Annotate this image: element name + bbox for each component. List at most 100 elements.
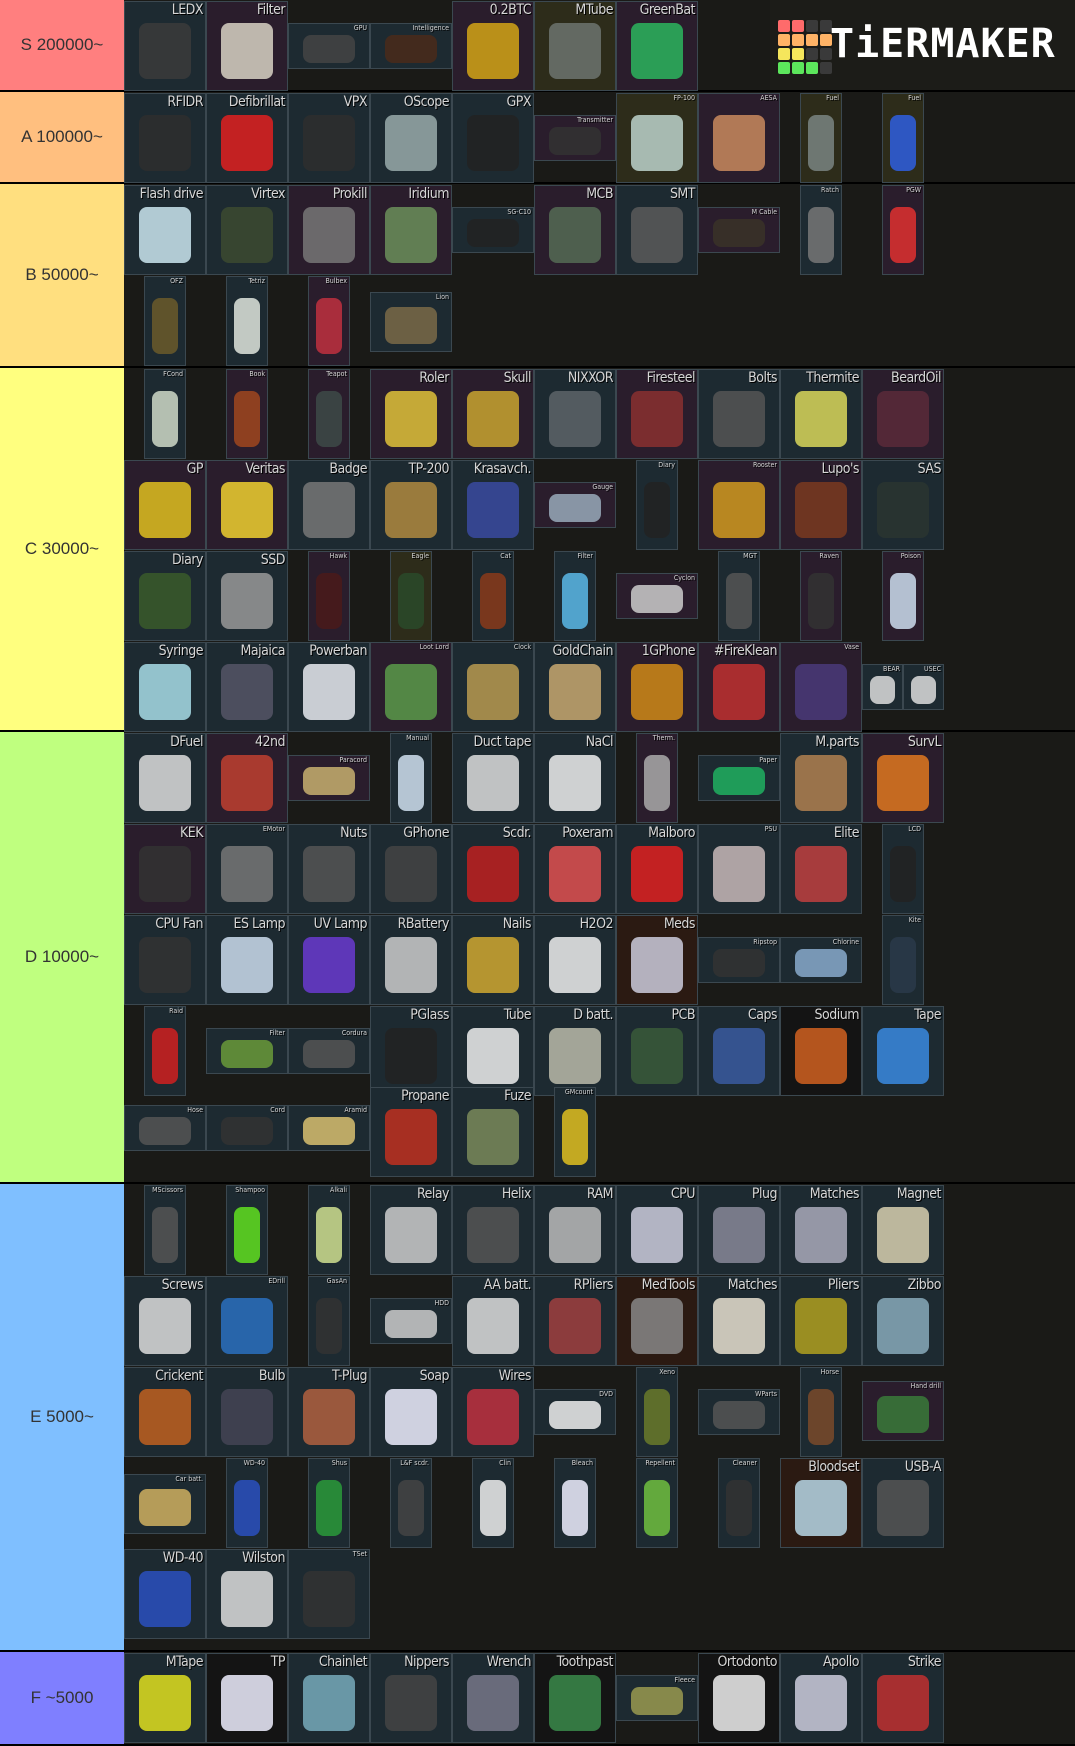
- tier-item-card[interactable]: Matches: [780, 1185, 862, 1275]
- tier-item-card[interactable]: GMcount: [554, 1087, 596, 1177]
- tier-item-card[interactable]: Strike: [862, 1653, 944, 1743]
- tier-item-card[interactable]: Aramid: [288, 1105, 370, 1151]
- tier-item-card[interactable]: Nuts: [288, 824, 370, 914]
- tier-item-card[interactable]: Cyclon: [616, 573, 698, 619]
- tier-item-card[interactable]: Paracord: [288, 755, 370, 801]
- tier-item-card[interactable]: Crickent: [124, 1367, 206, 1457]
- tier-item-card[interactable]: EDrill: [206, 1276, 288, 1366]
- tier-label[interactable]: E 5000~: [0, 1184, 124, 1650]
- tier-item-card[interactable]: Fuze: [452, 1087, 534, 1177]
- tier-item-card[interactable]: OScope: [370, 93, 452, 183]
- tier-item-card[interactable]: Scdr.: [452, 824, 534, 914]
- tier-item-card[interactable]: NaCl: [534, 733, 616, 823]
- tier-item-card[interactable]: Apollo: [780, 1653, 862, 1743]
- tier-item-card[interactable]: Clin: [472, 1458, 514, 1548]
- tier-item-card[interactable]: Lion: [370, 292, 452, 352]
- tier-item-card[interactable]: 42nd: [206, 733, 288, 823]
- tier-item-card[interactable]: Hose: [124, 1105, 206, 1151]
- tier-item-card[interactable]: #FireKlean: [698, 642, 780, 732]
- tier-item-card[interactable]: Roler: [370, 369, 452, 459]
- tier-item-card[interactable]: Kite: [882, 915, 924, 1005]
- tier-item-card[interactable]: TP-200: [370, 460, 452, 550]
- tier-item-card[interactable]: Rooster: [698, 460, 780, 550]
- tier-item-card[interactable]: Cord: [206, 1105, 288, 1151]
- tier-item-card[interactable]: USB-A: [862, 1458, 944, 1548]
- tier-item-card[interactable]: Veritas: [206, 460, 288, 550]
- tier-item-card[interactable]: Cat: [472, 551, 514, 641]
- tier-item-card[interactable]: Toothpast: [534, 1653, 616, 1743]
- tier-item-card[interactable]: Shus: [308, 1458, 350, 1548]
- tier-item-card[interactable]: Badge: [288, 460, 370, 550]
- tier-item-card[interactable]: SG-C10: [452, 207, 534, 253]
- tier-item-card[interactable]: Iridium: [370, 185, 452, 275]
- tier-item-card[interactable]: Car batt.: [124, 1474, 206, 1534]
- tier-item-card[interactable]: Lupo's: [780, 460, 862, 550]
- tier-label[interactable]: B 50000~: [0, 184, 124, 366]
- tier-item-card[interactable]: Helix: [452, 1185, 534, 1275]
- tier-item-card[interactable]: 0.2BTC: [452, 1, 534, 91]
- tier-item-card[interactable]: Diary: [124, 551, 206, 641]
- tier-item-card[interactable]: Chainlet: [288, 1653, 370, 1743]
- tier-item-card[interactable]: FP-100: [616, 93, 698, 183]
- tier-item-card[interactable]: LCD: [882, 824, 924, 914]
- tier-item-card[interactable]: Ratch: [800, 185, 842, 275]
- tier-item-card[interactable]: Bolts: [698, 369, 780, 459]
- tier-item-card[interactable]: Intelligence: [370, 23, 452, 69]
- tier-item-card[interactable]: Powerban: [288, 642, 370, 732]
- tier-item-card[interactable]: Horse: [800, 1367, 842, 1457]
- tier-item-card[interactable]: RFIDR: [124, 93, 206, 183]
- tier-item-card[interactable]: Zibbo: [862, 1276, 944, 1366]
- tier-item-card[interactable]: Virtex: [206, 185, 288, 275]
- tier-item-card[interactable]: Wrench: [452, 1653, 534, 1743]
- tier-item-card[interactable]: Firesteel: [616, 369, 698, 459]
- tier-item-card[interactable]: CPU: [616, 1185, 698, 1275]
- tier-item-card[interactable]: OFZ: [144, 276, 186, 366]
- tier-item-card[interactable]: DFuel: [124, 733, 206, 823]
- tier-item-card[interactable]: GP: [124, 460, 206, 550]
- tier-item-card[interactable]: M.parts: [780, 733, 862, 823]
- tier-item-card[interactable]: Fleece: [616, 1675, 698, 1721]
- tier-item-card[interactable]: Propane: [370, 1087, 452, 1177]
- tier-item-card[interactable]: SSD: [206, 551, 288, 641]
- tier-item-card[interactable]: CPU Fan: [124, 915, 206, 1005]
- tier-item-card[interactable]: MTube: [534, 1, 616, 91]
- tier-item-card[interactable]: GasAn: [308, 1276, 350, 1366]
- tier-item-card[interactable]: Clock: [452, 642, 534, 732]
- tier-item-card[interactable]: Krasavch.: [452, 460, 534, 550]
- tier-item-card[interactable]: M Cable: [698, 207, 780, 253]
- tier-item-card[interactable]: Majaica: [206, 642, 288, 732]
- tier-item-card[interactable]: Malboro: [616, 824, 698, 914]
- tier-item-card[interactable]: Chlorine: [780, 937, 862, 983]
- tier-item-card[interactable]: Meds: [616, 915, 698, 1005]
- tier-item-card[interactable]: AESA: [698, 93, 780, 183]
- tier-item-card[interactable]: Diary: [636, 460, 678, 550]
- tier-item-card[interactable]: Poxeram: [534, 824, 616, 914]
- tier-item-card[interactable]: RBattery: [370, 915, 452, 1005]
- tier-item-card[interactable]: Raid: [144, 1006, 186, 1096]
- tier-label[interactable]: D 10000~: [0, 732, 124, 1182]
- tier-item-card[interactable]: Matches: [698, 1276, 780, 1366]
- tier-item-card[interactable]: Transmitter: [534, 115, 616, 161]
- tier-item-card[interactable]: ES Lamp: [206, 915, 288, 1005]
- tier-item-card[interactable]: 1GPhone: [616, 642, 698, 732]
- tier-item-card[interactable]: Bulb: [206, 1367, 288, 1457]
- tier-item-card[interactable]: MedTools: [616, 1276, 698, 1366]
- tier-item-card[interactable]: Filter: [206, 1028, 288, 1074]
- tier-item-card[interactable]: SAS: [862, 460, 944, 550]
- tier-item-card[interactable]: Skull: [452, 369, 534, 459]
- tier-item-card[interactable]: Thermite: [780, 369, 862, 459]
- tier-item-card[interactable]: FCond: [144, 369, 186, 459]
- tier-item-card[interactable]: EMotor: [206, 824, 288, 914]
- tier-item-card[interactable]: Pliers: [780, 1276, 862, 1366]
- tier-item-card[interactable]: Gauge: [534, 482, 616, 528]
- tier-item-card[interactable]: USEC: [903, 664, 944, 710]
- tier-item-card[interactable]: SMT: [616, 185, 698, 275]
- tier-item-card[interactable]: LEDX: [124, 1, 206, 91]
- tier-item-card[interactable]: NIXXOR: [534, 369, 616, 459]
- tier-item-card[interactable]: GreenBat: [616, 1, 698, 91]
- tier-item-card[interactable]: Wilston: [206, 1549, 288, 1639]
- tier-item-card[interactable]: WD-40: [226, 1458, 268, 1548]
- tier-item-card[interactable]: PSU: [698, 824, 780, 914]
- tier-item-card[interactable]: MScissors: [144, 1185, 186, 1275]
- tier-item-card[interactable]: Poison: [882, 551, 924, 641]
